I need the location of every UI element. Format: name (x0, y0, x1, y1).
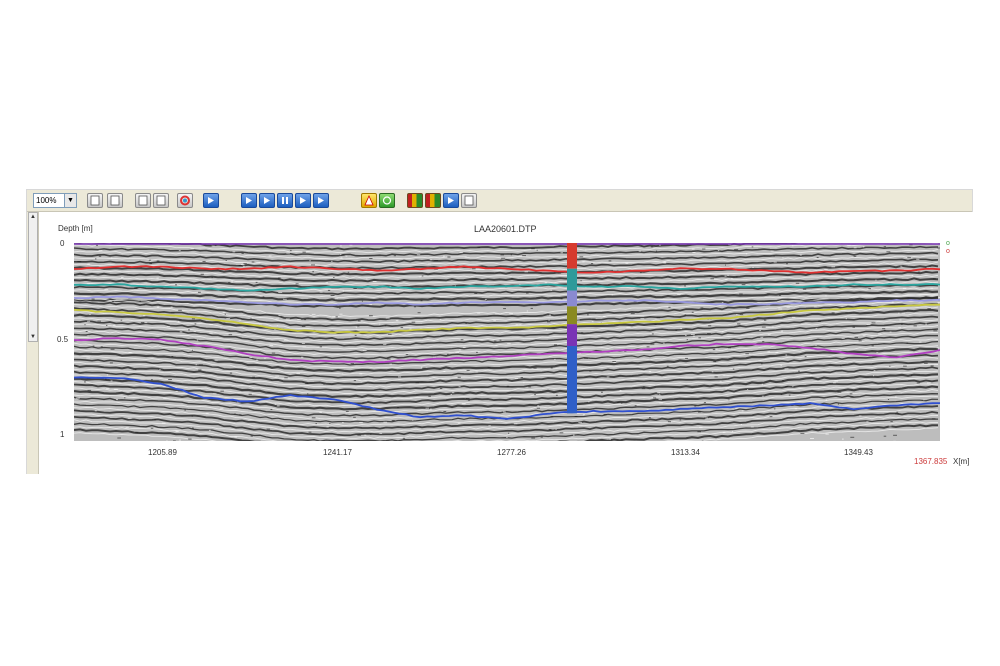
well-column-segment-4 (567, 306, 577, 325)
font-icon (208, 197, 214, 204)
plot-title: LAA20601.DTP (474, 224, 537, 234)
layer-button[interactable] (407, 193, 423, 208)
print-icon (138, 195, 148, 206)
refresh-icon (382, 196, 392, 205)
forward-icon (300, 197, 306, 204)
x-tick-label: 1313.34 (671, 448, 700, 457)
page-button[interactable] (107, 193, 123, 208)
y-tick-label: 0 (60, 239, 65, 248)
layer-edit-icon (428, 195, 438, 206)
well-column-segment-6 (567, 346, 577, 414)
legend-mark-red: o (946, 248, 950, 255)
refresh-button[interactable] (379, 193, 395, 208)
left-panel: ▲ ▼ (27, 212, 39, 474)
page-button[interactable] (87, 193, 103, 208)
color-wheel-icon (180, 195, 190, 206)
y-tick-label: 0.5 (57, 335, 69, 344)
last-button[interactable] (313, 193, 329, 208)
print-button[interactable] (135, 193, 151, 208)
rewind-icon (264, 197, 270, 204)
toolbar: 100% ▼ (27, 190, 972, 212)
legend-mark-green: o (946, 240, 950, 247)
marker-icon (448, 197, 454, 204)
settings-icon (464, 195, 474, 206)
x-tick-label: 1205.89 (148, 448, 177, 457)
y-tick-label: 1 (60, 430, 65, 439)
warning-button[interactable] (361, 193, 377, 208)
layer-icon (410, 195, 420, 206)
x-tick-label: 1277.26 (497, 448, 526, 457)
x-end-value: 1367.835 (914, 457, 948, 466)
well-column-segment-5 (567, 324, 577, 346)
chevron-down-icon[interactable]: ▼ (64, 194, 76, 207)
save-button[interactable] (153, 193, 169, 208)
first-button[interactable] (241, 193, 257, 208)
zoom-select[interactable]: 100% ▼ (33, 193, 77, 208)
page-icon (90, 195, 100, 206)
warning-icon (364, 195, 374, 206)
marker-button[interactable] (443, 193, 459, 208)
forward-button[interactable] (295, 193, 311, 208)
x-tick-label: 1349.43 (844, 448, 873, 457)
first-icon (246, 197, 252, 204)
scroll-up-icon[interactable]: ▲ (29, 213, 37, 221)
well-column-segment-1 (567, 243, 577, 269)
last-icon (318, 197, 324, 204)
seismic-section[interactable] (74, 243, 940, 441)
layer-edit-button[interactable] (425, 193, 441, 208)
font-button[interactable] (203, 193, 219, 208)
rewind-button[interactable] (259, 193, 275, 208)
vertical-scrollbar[interactable]: ▲ ▼ (28, 212, 38, 342)
page-icon (110, 195, 120, 206)
well-column-segment-3 (567, 290, 577, 307)
scroll-down-icon[interactable]: ▼ (29, 333, 37, 341)
settings-button[interactable] (461, 193, 477, 208)
x-unit-label: X[m] (953, 457, 970, 466)
y-axis-label: Depth [m] (58, 224, 93, 233)
zoom-value: 100% (36, 196, 57, 205)
x-tick-label: 1241.17 (323, 448, 352, 457)
color-wheel-button[interactable] (177, 193, 193, 208)
save-icon (156, 195, 166, 206)
pause-button[interactable] (277, 193, 293, 208)
well-column-segment-2 (567, 268, 577, 291)
pause-icon (282, 197, 288, 204)
